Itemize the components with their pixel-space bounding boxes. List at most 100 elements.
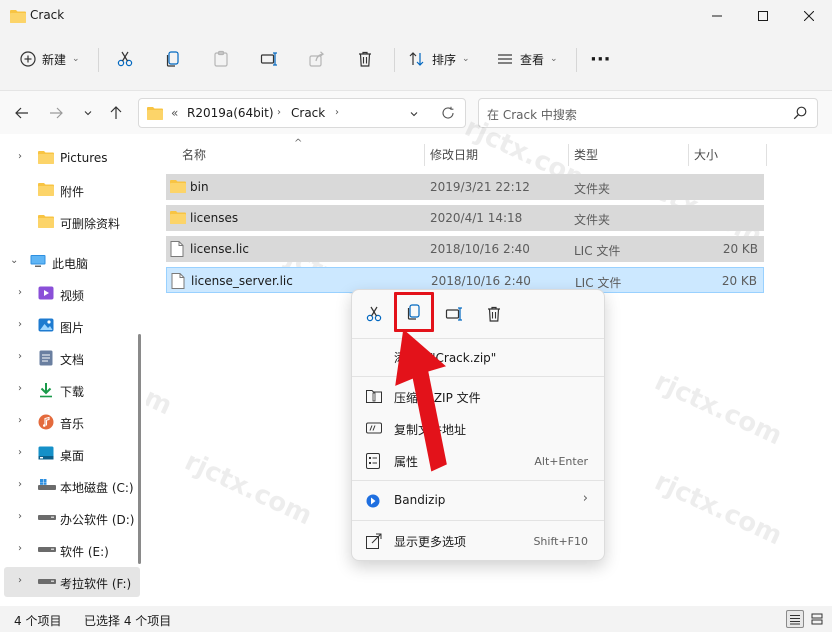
copy-icon [166,51,179,67]
chevron-right-icon[interactable]: › [18,511,22,522]
column-divider[interactable] [568,144,569,166]
file-name: licenses [190,211,239,225]
chevron-right-icon[interactable]: › [18,447,22,458]
copy-path-item[interactable]: 复制文件地址 [352,414,604,444]
cut-button[interactable] [116,38,134,80]
recent-locations-button[interactable] [78,103,98,123]
chevron-right-icon[interactable]: › [18,351,22,362]
properties-item[interactable]: 属性 Alt+Enter [352,446,604,476]
maximize-button[interactable] [740,0,786,32]
sidebar-item-label: 视频 [60,289,85,303]
new-button[interactable]: 新建 ⌄ [20,38,80,80]
search-input[interactable]: 在 Crack 中搜索 [487,106,577,123]
file-date: 2020/4/1 14:18 [430,211,523,225]
sidebar-item-this-pc[interactable]: ⌄ 此电脑 [0,247,140,277]
column-divider[interactable] [688,144,689,166]
desktop-icon [38,446,54,463]
sidebar-item-videos[interactable]: › 视频 [0,279,140,309]
sort-button[interactable]: 排序 ⌄ [408,38,470,80]
sidebar-item-deletable[interactable]: 可删除资料 [0,207,140,237]
chevron-right-icon[interactable]: › [18,319,22,330]
sidebar-scrollbar[interactable] [138,334,141,564]
sidebar-item-documents[interactable]: › 文档 [0,343,140,373]
refresh-button[interactable] [441,106,455,123]
minimize-button[interactable] [694,0,740,32]
compress-zip-item[interactable]: 压缩为 ZIP 文件 [352,382,604,412]
more-options-button[interactable]: ··· [590,38,611,80]
column-header-type[interactable]: 类型 [574,146,598,163]
sidebar-item-drive-d[interactable]: › 办公软件 (D:) [0,503,140,533]
breadcrumb-separator-icon[interactable]: › [335,107,339,118]
share-button[interactable] [308,38,326,80]
back-button[interactable] [12,103,32,123]
menu-item-label: Bandizip [394,493,446,507]
column-header-size[interactable]: 大小 [694,146,718,163]
sidebar-item-label: Pictures [60,151,108,165]
address-bar[interactable]: « R2019a(64bit) › Crack › [138,98,466,128]
breadcrumb-item[interactable]: R2019a(64bit) [187,106,274,120]
search-icon [793,106,807,123]
chevron-right-icon[interactable]: › [18,415,22,426]
trash-icon [359,51,371,67]
system-drive-icon [38,478,56,495]
chevron-right-icon[interactable]: › [18,479,22,490]
sidebar-item-label: 本地磁盘 (C:) [60,481,134,495]
sidebar-item-images[interactable]: › 图片 [0,311,140,341]
music-icon [38,414,54,433]
chevron-down-icon[interactable]: ⌄ [10,255,18,266]
computer-icon [30,254,46,271]
view-button[interactable]: 查看 ⌄ [496,38,558,80]
add-to-zip-item[interactable]: 添加到"Crack.zip" [352,342,604,372]
sort-label: 排序 [432,52,457,67]
sidebar-item-attachments[interactable]: 附件 [0,175,140,205]
column-header-name[interactable]: 名称 [182,146,206,163]
chevron-right-icon[interactable]: › [18,383,22,394]
plus-circle-icon [20,51,36,67]
paste-button[interactable] [212,38,230,80]
show-more-options-item[interactable]: 显示更多选项 Shift+F10 [352,526,604,556]
sidebar-item-downloads[interactable]: › 下载 [0,375,140,405]
details-view-button[interactable] [786,610,804,628]
chevron-right-icon[interactable]: › [18,543,22,554]
sidebar-item-drive-f[interactable]: › 考拉软件 (F:) [4,567,140,597]
table-row[interactable]: licenses 2020/4/1 14:18 文件夹 [166,205,764,231]
window-title: Crack [30,8,65,22]
search-box[interactable]: 在 Crack 中搜索 [478,98,818,128]
sidebar-item-drive-e[interactable]: › 软件 (E:) [0,535,140,565]
sidebar-item-desktop[interactable]: › 桌面 [0,439,140,469]
breadcrumb-item[interactable]: Crack [291,106,325,120]
column-divider[interactable] [424,144,425,166]
forward-button[interactable] [46,103,66,123]
sidebar-item-label: 下载 [60,385,85,399]
copy-button[interactable] [164,38,182,80]
chevron-right-icon[interactable]: › [18,575,22,586]
tiles-view-button[interactable] [808,610,826,628]
sidebar-item-drive-c[interactable]: › 本地磁盘 (C:) [0,471,140,501]
chevron-right-icon[interactable]: › [18,287,22,298]
ctx-cut-button[interactable] [358,298,390,330]
bandizip-item[interactable]: Bandizip › [352,486,604,516]
table-row[interactable]: bin 2019/3/21 22:12 文件夹 [166,174,764,200]
properties-icon [366,453,380,472]
rename-button[interactable] [260,38,278,80]
sidebar-item-music[interactable]: › 音乐 [0,407,140,437]
column-divider[interactable] [766,144,767,166]
share-icon [309,51,325,67]
file-type: 文件夹 [574,182,611,196]
drive-icon [38,574,56,591]
close-button[interactable] [786,0,832,32]
ctx-delete-button[interactable] [478,298,510,330]
view-list-icon [498,54,512,64]
column-header-date[interactable]: 修改日期 [430,146,478,163]
delete-button[interactable] [356,38,374,80]
selected-count: 已选择 4 个项目 [84,614,172,628]
breadcrumb-separator-icon[interactable]: › [277,107,281,118]
folder-icon [38,150,54,167]
chevron-right-icon[interactable]: › [18,151,22,162]
sidebar-item-pictures[interactable]: › Pictures [0,143,140,173]
navigation-bar: « R2019a(64bit) › Crack › 在 Crack 中搜索 [0,90,832,134]
table-row[interactable]: license.lic 2018/10/16 2:40 LIC 文件 20 KB [166,236,764,262]
address-dropdown-button[interactable] [409,108,419,122]
up-button[interactable] [106,103,126,123]
breadcrumb-overflow[interactable]: « [171,106,178,120]
